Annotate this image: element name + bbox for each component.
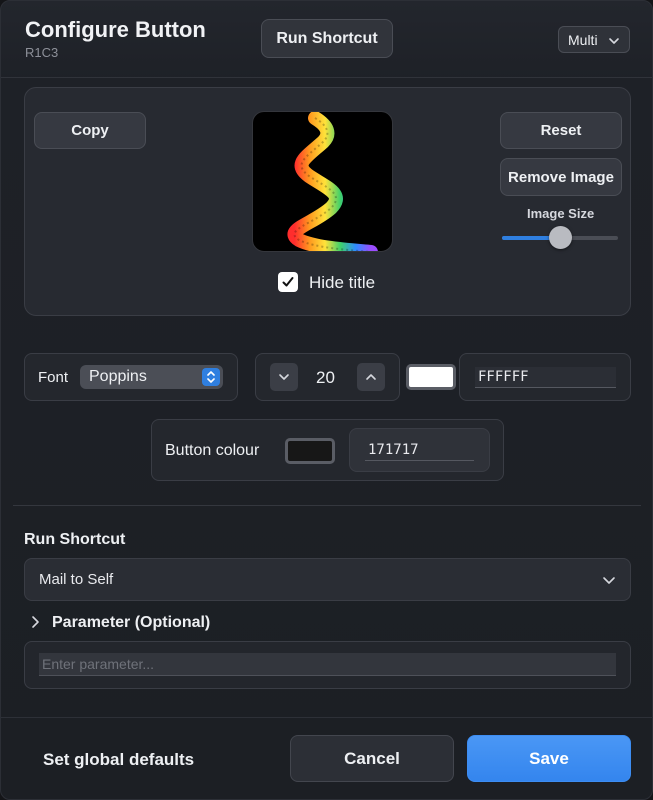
shortcut-select-value: Mail to Self — [39, 571, 114, 588]
font-select[interactable]: Poppins — [80, 365, 223, 389]
chevron-down-icon — [602, 573, 616, 591]
copy-button-label: Copy — [71, 122, 109, 139]
font-size-value: 20 — [316, 368, 335, 387]
header-divider — [1, 77, 652, 78]
button-colour-label: Button colour — [165, 442, 260, 459]
reset-button[interactable]: Reset — [500, 112, 622, 149]
font-label: Font — [38, 369, 69, 386]
save-button[interactable]: Save — [467, 735, 631, 782]
parameter-disclosure-label[interactable]: Parameter (Optional) — [52, 614, 210, 632]
chevron-up-icon — [366, 374, 376, 380]
remove-image-button[interactable]: Remove Image — [500, 158, 622, 196]
set-global-defaults-button[interactable]: Set global defaults — [43, 750, 194, 770]
chevron-down-icon — [608, 34, 620, 50]
footer-divider — [1, 717, 652, 718]
button-image-preview[interactable] — [252, 111, 393, 252]
image-size-label: Image Size — [527, 206, 595, 221]
button-colour-swatch[interactable] — [285, 438, 335, 464]
image-size-slider-thumb[interactable] — [549, 226, 572, 249]
rainbow-spiral-image — [287, 112, 378, 251]
shortcut-select[interactable]: Mail to Self — [24, 558, 631, 601]
button-colour-hex-value: 171717 — [368, 442, 419, 458]
remove-image-button-label: Remove Image — [508, 168, 614, 186]
hide-title-label: Hide title — [309, 273, 376, 292]
copy-button[interactable]: Copy — [34, 112, 146, 149]
mode-select[interactable]: Multi — [558, 26, 630, 53]
chevron-down-icon — [279, 374, 289, 380]
text-color-swatch[interactable] — [406, 364, 456, 390]
reset-button-label: Reset — [540, 122, 582, 139]
font-size-increase-button[interactable] — [357, 363, 385, 391]
run-shortcut-button[interactable]: Run Shortcut — [261, 19, 393, 58]
run-shortcut-section-label: Run Shortcut — [24, 531, 126, 548]
hide-title-checkbox[interactable] — [278, 272, 298, 292]
cancel-button[interactable]: Cancel — [290, 735, 454, 782]
window-title: Configure Button — [25, 17, 206, 42]
font-size-decrease-button[interactable] — [270, 363, 298, 391]
section-divider — [13, 505, 641, 506]
button-position-label: R1C3 — [25, 45, 59, 60]
parameter-input[interactable]: Enter parameter... — [39, 653, 616, 676]
run-shortcut-button-label: Run Shortcut — [276, 29, 378, 47]
font-select-value: Poppins — [89, 368, 147, 385]
checkmark-icon — [282, 277, 294, 287]
mode-select-value: Multi — [568, 31, 598, 48]
button-colour-hex-input[interactable]: 171717 — [365, 440, 474, 461]
save-button-label: Save — [529, 748, 569, 768]
cancel-button-label: Cancel — [344, 748, 400, 768]
text-color-hex-input[interactable]: FFFFFF — [475, 367, 616, 388]
parameter-placeholder: Enter parameter... — [42, 656, 155, 672]
chevron-right-icon[interactable] — [29, 614, 41, 630]
text-color-hex-value: FFFFFF — [478, 369, 529, 385]
updown-arrows-icon — [202, 368, 220, 386]
configure-button-window: Configure Button R1C3 Run Shortcut Multi… — [0, 0, 653, 800]
